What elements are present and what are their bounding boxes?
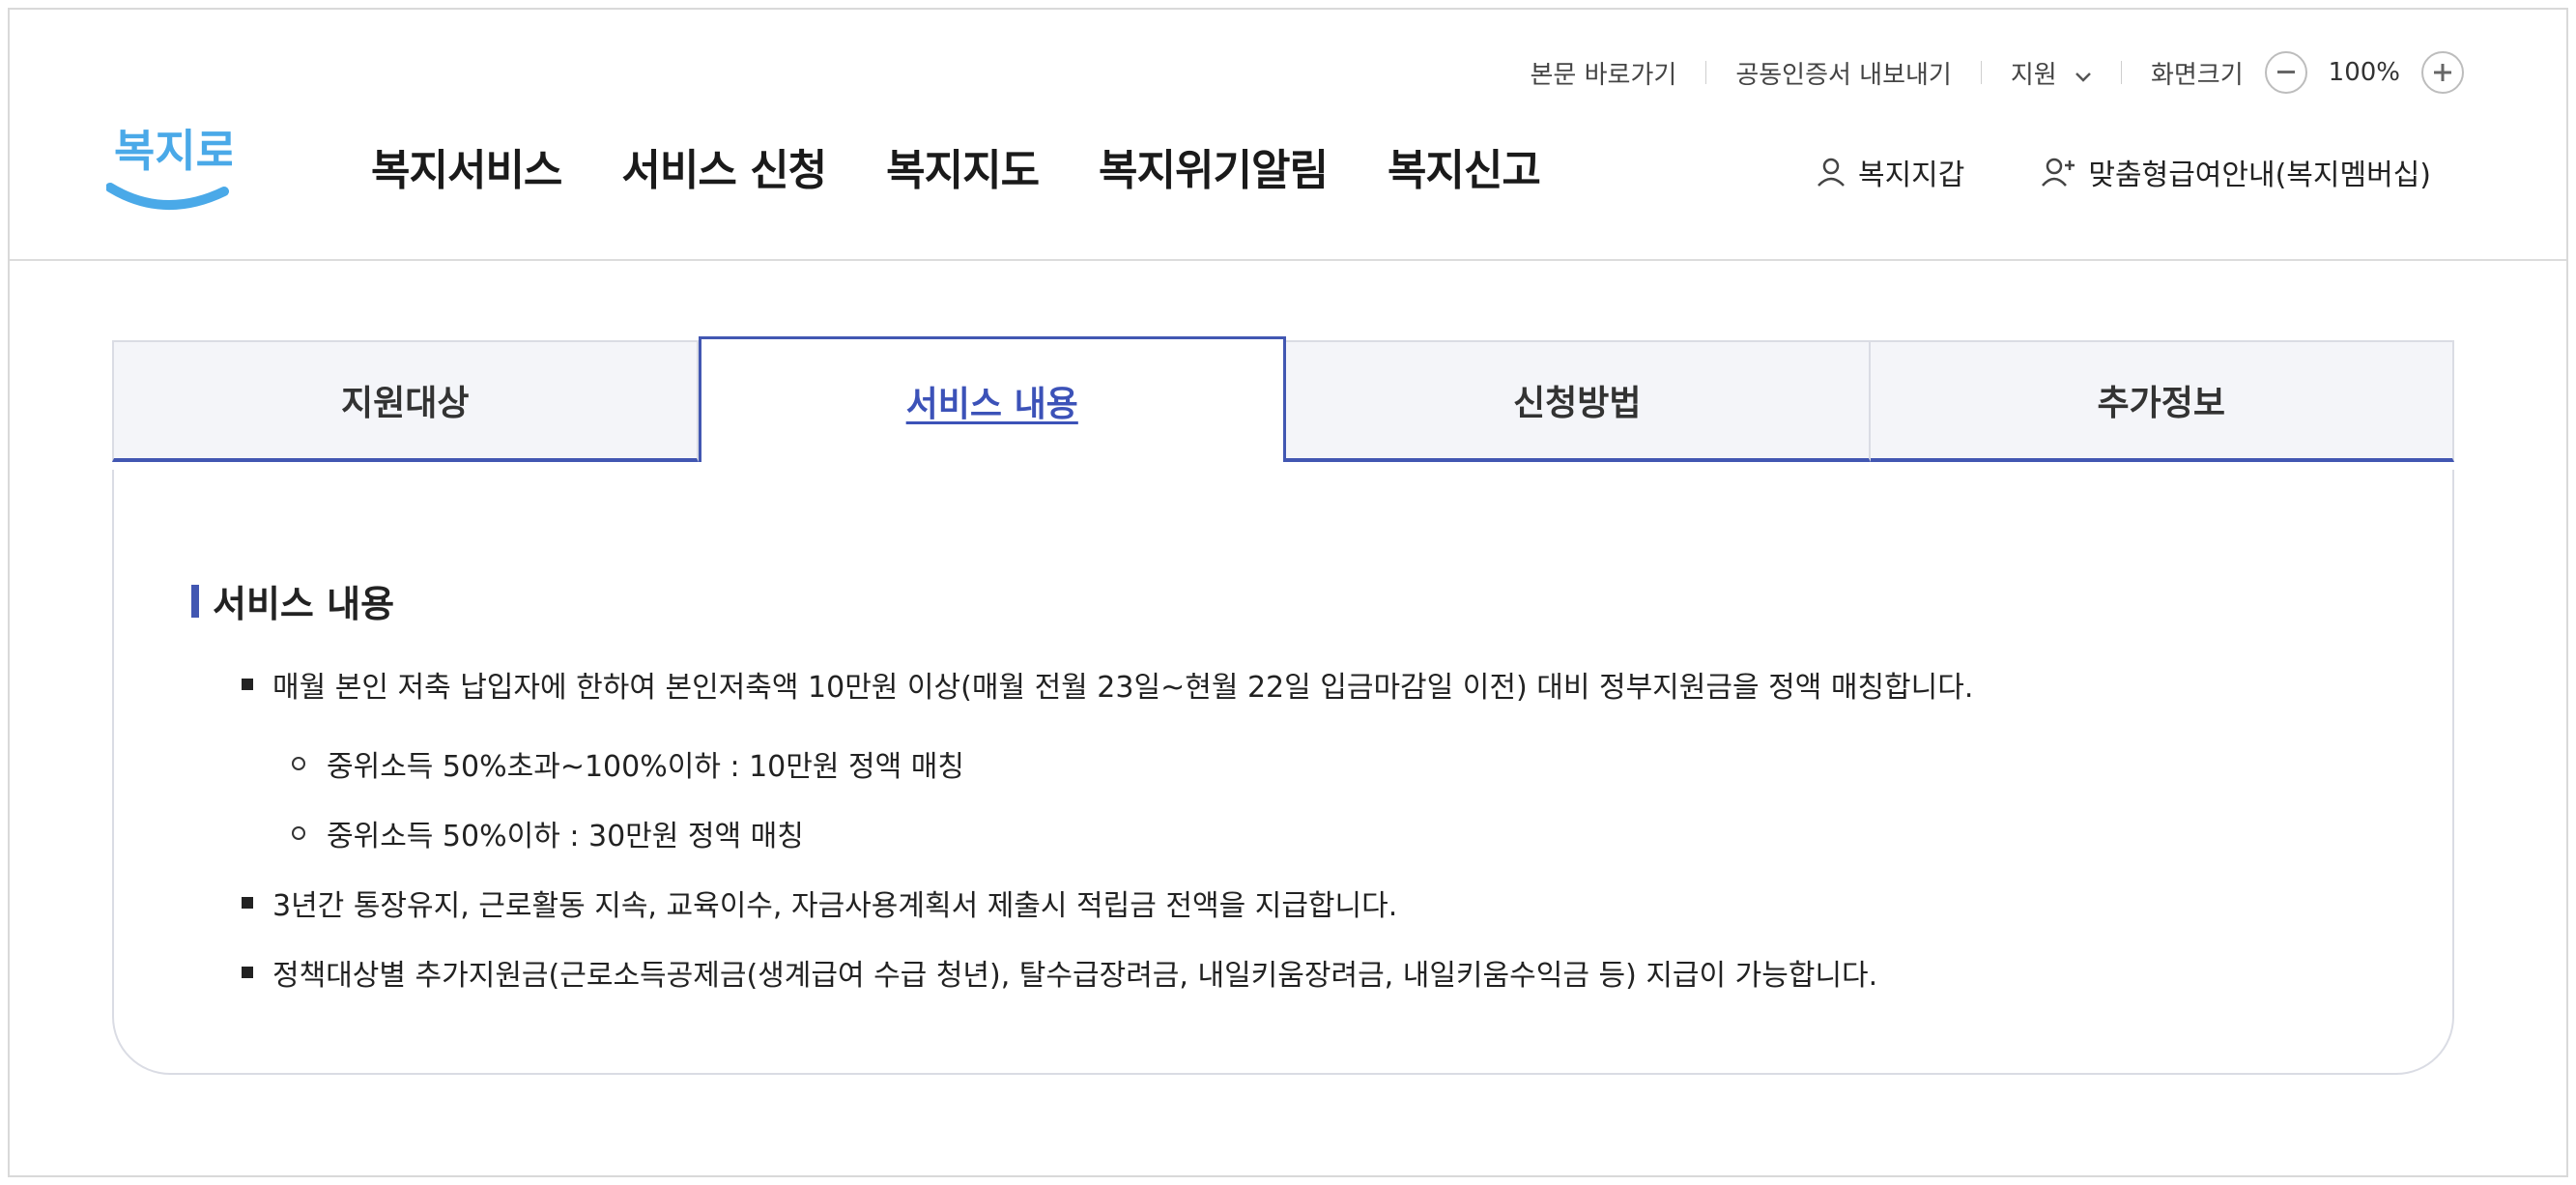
- section-heading: 서비스 내용: [191, 574, 394, 627]
- support-dropdown[interactable]: 지원: [2011, 55, 2092, 91]
- circle-bullet-icon: [292, 757, 305, 770]
- divider: [1705, 61, 1707, 84]
- content-tabs: 지원대상 서비스 내용 신청방법 추가정보: [112, 336, 2454, 472]
- sub-list-item-text: 중위소득 50%초과~100%이하 : 10만원 정액 매칭: [327, 750, 964, 784]
- utility-bar: 본문 바로가기 공동인증서 내보내기 지원 화면크기 100%: [1531, 46, 2464, 99]
- nav-welfare-map[interactable]: 복지지도: [886, 135, 1040, 197]
- zoom-out-button[interactable]: [2264, 51, 2307, 94]
- list-item: 정책대상별 추가지원금(근로소득공제금(생계급여 수급 청년), 탈수급장려금,…: [242, 951, 1877, 994]
- tab-service-content[interactable]: 서비스 내용: [698, 336, 1286, 462]
- nav-service-apply[interactable]: 서비스 신청: [621, 135, 827, 197]
- list-item: 매월 본인 저축 납입자에 한하여 본인저축액 10만원 이상(매월 전월 23…: [242, 663, 1973, 706]
- logo-graphic: 복지로: [105, 125, 237, 210]
- list-item-text: 정책대상별 추가지원금(근로소득공제금(생계급여 수급 청년), 탈수급장려금,…: [272, 959, 1878, 993]
- sub-list-item: 중위소득 50%초과~100%이하 : 10만원 정액 매칭: [292, 742, 964, 785]
- nav-welfare-report[interactable]: 복지신고: [1388, 135, 1541, 197]
- page-frame: 본문 바로가기 공동인증서 내보내기 지원 화면크기 100% 복지로 복지서비…: [8, 8, 2568, 1177]
- user-add-icon: [2042, 158, 2075, 187]
- sub-list-item-text: 중위소득 50%이하 : 30만원 정액 매칭: [327, 820, 804, 853]
- section-title-text: 서비스 내용: [213, 583, 395, 625]
- list-item-text: 매월 본인 저축 납입자에 한하여 본인저축액 10만원 이상(매월 전월 23…: [272, 671, 1974, 705]
- site-logo[interactable]: 복지로: [105, 106, 237, 222]
- zoom-level: 100%: [2328, 58, 2400, 87]
- user-icon: [1818, 158, 1845, 187]
- user-links: 복지지갑 맞춤형급여안내(복지멤버십): [1816, 151, 2431, 193]
- square-bullet-icon: [242, 679, 253, 690]
- sub-list-item: 중위소득 50%이하 : 30만원 정액 매칭: [292, 812, 804, 854]
- tab-eligibility[interactable]: 지원대상: [112, 340, 699, 462]
- heading-accent-bar: [191, 584, 199, 618]
- welfare-wallet-link[interactable]: 복지지갑: [1816, 151, 1964, 193]
- screen-size-label: 화면크기: [2150, 60, 2244, 90]
- nav-welfare-service[interactable]: 복지서비스: [371, 135, 562, 197]
- list-item-text: 3년간 통장유지, 근로활동 지속, 교육이수, 자금사용계획서 제출시 적립금…: [272, 889, 1398, 923]
- site-header: 본문 바로가기 공동인증서 내보내기 지원 화면크기 100% 복지로 복지서비…: [10, 10, 2566, 261]
- main-navigation: 복지서비스 서비스 신청 복지지도 복지위기알림 복지신고: [371, 135, 1600, 197]
- membership-link[interactable]: 맞춤형급여안내(복지멤버십): [2042, 151, 2431, 193]
- support-label: 지원: [2010, 60, 2057, 90]
- content-panel: 서비스 내용 매월 본인 저축 납입자에 한하여 본인저축액 10만원 이상(매…: [112, 470, 2454, 1075]
- tab-application-method[interactable]: 신청방법: [1286, 340, 1871, 462]
- zoom-in-button[interactable]: [2421, 51, 2464, 94]
- membership-label: 맞춤형급여안내(복지멤버십): [2088, 159, 2431, 192]
- nav-crisis-alert[interactable]: 복지위기알림: [1099, 135, 1329, 197]
- divider: [1980, 61, 1982, 84]
- square-bullet-icon: [242, 967, 253, 978]
- list-item: 3년간 통장유지, 근로활동 지속, 교육이수, 자금사용계획서 제출시 적립금…: [242, 882, 1397, 924]
- chevron-down-icon: [2075, 61, 2092, 90]
- divider: [2120, 61, 2122, 84]
- tab-additional-info[interactable]: 추가정보: [1870, 340, 2454, 462]
- cert-export-link[interactable]: 공동인증서 내보내기: [1735, 55, 1952, 91]
- welfare-wallet-label: 복지지갑: [1857, 159, 1965, 192]
- skip-to-content-link[interactable]: 본문 바로가기: [1531, 55, 1677, 91]
- logo-text: 복지로: [114, 125, 232, 177]
- square-bullet-icon: [242, 897, 253, 909]
- circle-bullet-icon: [292, 826, 305, 840]
